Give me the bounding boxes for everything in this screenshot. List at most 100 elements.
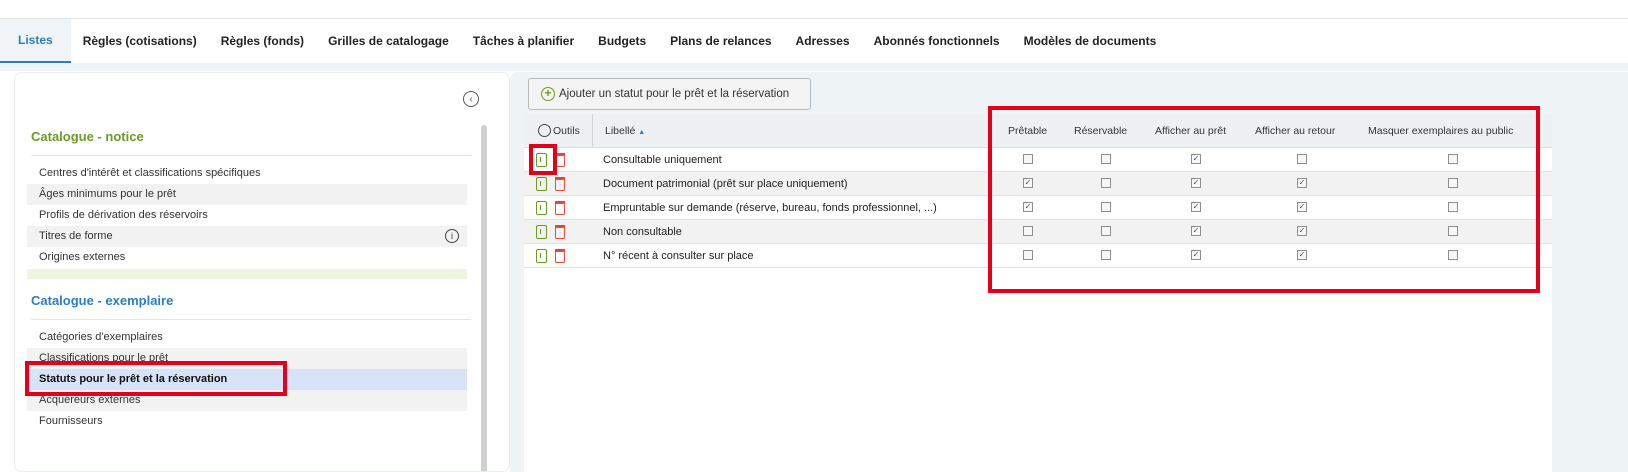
sidebar-item-label: Titres de forme <box>39 230 113 242</box>
row-checkbox[interactable]: ✓ <box>1297 178 1307 188</box>
column-header-afficher-pret[interactable]: Afficher au prêt <box>1155 114 1226 148</box>
column-header-masquer-exemplaires[interactable]: Masquer exemplaires au public <box>1368 114 1513 148</box>
row-checkbox[interactable] <box>1023 250 1033 260</box>
edit-icon[interactable] <box>536 177 547 191</box>
row-checkbox[interactable]: ✓ <box>1191 202 1201 212</box>
row-checkbox[interactable]: ✓ <box>1297 202 1307 212</box>
section-divider <box>31 155 471 156</box>
row-checkbox[interactable]: ✓ <box>1023 178 1033 188</box>
sidebar-item[interactable]: Centres d'intérêt et classifications spé… <box>27 163 467 184</box>
tab-abonnes-fonctionnels[interactable]: Abonnés fonctionnels <box>862 19 1012 63</box>
trash-icon[interactable] <box>555 177 565 191</box>
info-icon[interactable]: i <box>445 229 459 243</box>
column-header-reservable[interactable]: Réservable <box>1074 114 1127 148</box>
trash-icon[interactable] <box>555 201 565 215</box>
label-column-header[interactable]: Libellé ▲ <box>605 114 645 148</box>
sidebar-item[interactable]: Acquéreurs externes <box>27 390 467 411</box>
sidebar-scrollbar[interactable] <box>481 125 487 471</box>
table-row: Consultable uniquement ✓ <box>524 148 1552 172</box>
table-header: Outils Libellé ▲ Prêtable Réservable Aff… <box>524 114 1552 148</box>
row-checkbox[interactable] <box>1448 178 1458 188</box>
row-checkbox[interactable]: ✓ <box>1191 226 1201 236</box>
section-divider <box>31 319 471 320</box>
gear-icon <box>538 124 551 137</box>
tab-bar: Listes Règles (cotisations) Règles (fond… <box>0 19 1628 63</box>
row-checkbox[interactable]: ✓ <box>1297 226 1307 236</box>
row-checkbox[interactable] <box>1101 178 1111 188</box>
sidebar-item-label: Acquéreurs externes <box>39 394 141 406</box>
tab-plans-relances[interactable]: Plans de relances <box>658 19 783 63</box>
row-checkbox[interactable] <box>1101 226 1111 236</box>
tools-column-header[interactable]: Outils <box>538 114 580 148</box>
row-checkbox[interactable]: ✓ <box>1023 202 1033 212</box>
tab-adresses[interactable]: Adresses <box>784 19 862 63</box>
row-checkbox[interactable] <box>1297 154 1307 164</box>
sidebar-item-selected[interactable]: Statuts pour le prêt et la réservation <box>27 369 467 390</box>
row-checkbox[interactable]: ✓ <box>1191 250 1201 260</box>
chevron-left-icon[interactable]: ‹ <box>463 91 479 107</box>
row-label: Document patrimonial (prêt sur place uni… <box>603 178 848 190</box>
row-label: Empruntable sur demande (réserve, bureau… <box>603 202 937 214</box>
row-checkbox[interactable] <box>1101 250 1111 260</box>
sidebar-item[interactable]: Fournisseurs <box>27 411 467 432</box>
table-row: N° récent à consulter sur place ✓ ✓ <box>524 244 1552 268</box>
tab-regles-cotisations[interactable]: Règles (cotisations) <box>71 19 209 63</box>
sidebar-section-title: Catalogue - notice <box>31 129 144 144</box>
trash-icon[interactable] <box>555 153 565 167</box>
tab-modeles-documents[interactable]: Modèles de documents <box>1012 19 1169 63</box>
row-checkbox[interactable] <box>1448 154 1458 164</box>
sidebar-list: Catégories d'exemplaires Classifications… <box>27 327 467 432</box>
tab-regles-fonds[interactable]: Règles (fonds) <box>209 19 316 63</box>
row-label: Consultable uniquement <box>603 154 722 166</box>
tabbar-background <box>0 63 1628 71</box>
sort-asc-icon: ▲ <box>638 129 646 136</box>
sidebar-item[interactable]: Origines externes <box>27 247 467 268</box>
sidebar-panel: ‹ Catalogue - notice Centres d'intérêt e… <box>14 72 510 472</box>
sidebar-item-label: Catégories d'exemplaires <box>39 331 163 343</box>
add-status-button[interactable]: + Ajouter un statut pour le prêt et la r… <box>528 78 811 110</box>
plus-icon: + <box>541 87 555 101</box>
tab-budgets[interactable]: Budgets <box>586 19 658 63</box>
sidebar-item-label: Centres d'intérêt et classifications spé… <box>39 167 261 179</box>
trash-icon[interactable] <box>555 249 565 263</box>
tools-label: Outils <box>553 125 580 137</box>
row-checkbox[interactable]: ✓ <box>1297 250 1307 260</box>
sidebar-list: Centres d'intérêt et classifications spé… <box>27 163 467 268</box>
label-column-title: Libellé <box>605 125 636 137</box>
column-header-afficher-retour[interactable]: Afficher au retour <box>1255 114 1335 148</box>
edit-icon[interactable] <box>536 201 547 215</box>
section-separator <box>27 269 467 279</box>
sidebar-item[interactable]: Profils de dérivation des réservoirs <box>27 205 467 226</box>
tab-grilles-catalogage[interactable]: Grilles de catalogage <box>316 19 461 63</box>
column-header-pretable[interactable]: Prêtable <box>1008 114 1047 148</box>
trash-icon[interactable] <box>555 225 565 239</box>
edit-icon[interactable] <box>536 249 547 263</box>
row-checkbox[interactable] <box>1101 202 1111 212</box>
sidebar-item-label: Âges minimums pour le prêt <box>39 188 176 200</box>
tab-listes[interactable]: Listes <box>0 19 71 63</box>
row-checkbox[interactable]: ✓ <box>1191 178 1201 188</box>
sidebar-item-label: Classifications pour le prêt <box>39 352 169 364</box>
sidebar-item[interactable]: Âges minimums pour le prêt <box>27 184 467 205</box>
edit-icon[interactable] <box>536 153 547 167</box>
sidebar-item[interactable]: Classifications pour le prêt <box>27 348 467 369</box>
row-checkbox[interactable] <box>1448 202 1458 212</box>
row-checkbox[interactable] <box>1448 250 1458 260</box>
tab-taches-planifier[interactable]: Tâches à planifier <box>461 19 586 63</box>
edit-icon[interactable] <box>536 225 547 239</box>
row-label: Non consultable <box>603 226 682 238</box>
row-checkbox[interactable] <box>1448 226 1458 236</box>
sidebar-item[interactable]: Catégories d'exemplaires <box>27 327 467 348</box>
sidebar-item[interactable]: Titres de forme i <box>27 226 467 247</box>
row-checkbox[interactable] <box>1023 226 1033 236</box>
table-row: Non consultable ✓ ✓ <box>524 220 1552 244</box>
sidebar-section-title: Catalogue - exemplaire <box>31 293 174 308</box>
table-row: Document patrimonial (prêt sur place uni… <box>524 172 1552 196</box>
row-checkbox[interactable] <box>1101 154 1111 164</box>
column-divider <box>592 114 593 148</box>
status-table: Outils Libellé ▲ Prêtable Réservable Aff… <box>524 114 1552 472</box>
sidebar-item-label: Origines externes <box>39 251 126 263</box>
add-status-button-label: Ajouter un statut pour le prêt et la rés… <box>559 88 790 100</box>
row-checkbox[interactable] <box>1023 154 1033 164</box>
row-checkbox[interactable]: ✓ <box>1191 154 1201 164</box>
